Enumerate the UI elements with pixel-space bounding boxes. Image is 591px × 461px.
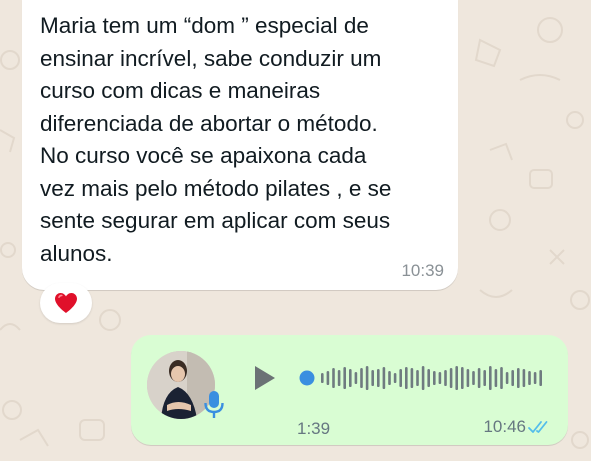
waveform-bar [517, 368, 520, 388]
message-timestamp: 10:39 [401, 261, 444, 280]
waveform-bar [332, 368, 335, 388]
message-timestamp: 10:46 [483, 417, 526, 436]
heart-icon [55, 293, 77, 313]
waveform-bar [477, 368, 481, 388]
waveform-bar [461, 367, 464, 389]
waveform-bar [343, 367, 346, 389]
waveform-bar [321, 373, 324, 383]
waveform-bar [360, 368, 363, 388]
waveform-bar [433, 371, 436, 385]
incoming-message-bubble[interactable]: Maria tem um “dom ” especial de ensinar … [22, 0, 458, 290]
playback-knob[interactable] [299, 370, 315, 386]
waveform-bar [388, 371, 391, 385]
waveform-bar [421, 366, 425, 390]
waveform-bar [410, 368, 414, 388]
microphone-icon [204, 391, 224, 418]
waveform-bar [382, 367, 386, 389]
waveform-bar [449, 368, 453, 388]
double-check-icon [528, 421, 548, 433]
message-text: Maria tem um “dom ” especial de ensinar … [40, 13, 392, 266]
waveform-bar [354, 372, 358, 384]
waveform-bar [539, 370, 542, 386]
waveform-bar [444, 370, 447, 386]
waveform-bar [377, 369, 380, 387]
waveform-bar [483, 370, 486, 386]
audio-waveform[interactable] [297, 361, 547, 395]
waveform-bar [528, 371, 531, 385]
waveform-bar [533, 372, 537, 384]
waveform-bar [349, 369, 352, 387]
waveform-bar [399, 369, 402, 387]
waveform-bar [489, 366, 492, 390]
waveform-bar [326, 371, 330, 385]
waveform-bar [500, 367, 503, 389]
reaction-badge[interactable] [40, 283, 92, 323]
waveform-bar [438, 372, 442, 384]
waveform-bar [511, 370, 514, 386]
waveform-bar [472, 371, 475, 385]
play-icon[interactable] [249, 363, 279, 393]
voice-duration: 1:39 [297, 419, 331, 438]
waveform-bar [405, 367, 408, 389]
waveform-bar [494, 369, 498, 387]
waveform-bar [505, 372, 509, 384]
waveform-bar [427, 369, 430, 387]
waveform-bar [455, 366, 458, 390]
waveform-bar [365, 366, 369, 390]
waveform-bar [393, 373, 397, 383]
waveform-bar [466, 369, 470, 387]
waveform-bar [337, 370, 341, 386]
voice-message-bubble[interactable]: 1:39 10:46 [131, 335, 568, 445]
waveform-bar [371, 370, 374, 386]
waveform-bar [416, 370, 419, 386]
waveform-bar [522, 369, 526, 387]
